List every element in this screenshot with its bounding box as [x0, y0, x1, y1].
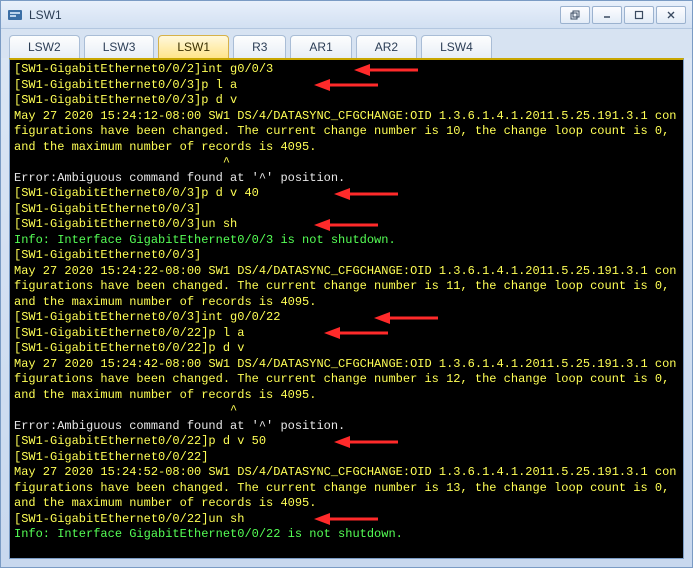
annotation-arrow-icon — [334, 435, 398, 449]
tabstrip: LSW2LSW3LSW1R3AR1AR2LSW4 — [1, 29, 692, 58]
tab-lsw2[interactable]: LSW2 — [9, 35, 80, 58]
terminal-line: [SW1-GigabitEthernet0/0/2]int g0/0/3 — [14, 62, 679, 78]
terminal-line: [SW1-GigabitEthernet0/0/22]p d v — [14, 341, 679, 357]
terminal-line: [SW1-GigabitEthernet0/0/22]p l a — [14, 326, 679, 342]
terminal-line: [SW1-GigabitEthernet0/0/3]int g0/0/22 — [14, 310, 679, 326]
close-button[interactable] — [656, 6, 686, 24]
maximize-button[interactable] — [624, 6, 654, 24]
terminal-line: [SW1-GigabitEthernet0/0/22]p d v 50 — [14, 434, 679, 450]
terminal-line: [SW1-GigabitEthernet0/0/22]un sh — [14, 512, 679, 528]
terminal-line: [SW1-GigabitEthernet0/0/3]un sh — [14, 217, 679, 233]
terminal-line: ^ — [14, 155, 679, 171]
terminal-line: [SW1-GigabitEthernet0/0/3] — [14, 202, 679, 218]
tab-r3[interactable]: R3 — [233, 35, 286, 58]
minimize-button[interactable] — [592, 6, 622, 24]
annotation-arrow-icon — [314, 512, 378, 526]
terminal-line: ^ — [14, 403, 679, 419]
app-icon — [7, 7, 23, 23]
annotation-arrow-icon — [314, 218, 378, 232]
terminal-line: Info: Interface GigabitEthernet0/0/22 is… — [14, 527, 679, 543]
terminal-line: [SW1-GigabitEthernet0/0/3]p d v — [14, 93, 679, 109]
terminal-line: May 27 2020 15:24:42-08:00 SW1 DS/4/DATA… — [14, 357, 679, 404]
terminal-line: Error:Ambiguous command found at '^' pos… — [14, 171, 679, 187]
terminal-pane[interactable]: [SW1-GigabitEthernet0/0/2]int g0/0/3[SW1… — [9, 58, 684, 559]
terminal-line: [SW1-GigabitEthernet0/0/3] — [14, 248, 679, 264]
tab-lsw1[interactable]: LSW1 — [158, 35, 229, 58]
terminal-line: May 27 2020 15:24:52-08:00 SW1 DS/4/DATA… — [14, 465, 679, 512]
titlebar[interactable]: LSW1 — [1, 1, 692, 29]
tab-ar2[interactable]: AR2 — [356, 35, 417, 58]
terminal-line: [SW1-GigabitEthernet0/0/22] — [14, 450, 679, 466]
tab-lsw3[interactable]: LSW3 — [84, 35, 155, 58]
terminal-line: [SW1-GigabitEthernet0/0/3]p l a — [14, 78, 679, 94]
annotation-arrow-icon — [324, 326, 388, 340]
app-window: LSW1 LSW2LSW3LSW1R3AR1AR2LSW4 [SW1-Gigab… — [0, 0, 693, 568]
tab-ar1[interactable]: AR1 — [290, 35, 351, 58]
terminal-output: [SW1-GigabitEthernet0/0/2]int g0/0/3[SW1… — [10, 60, 683, 558]
window-title: LSW1 — [29, 8, 560, 22]
annotation-arrow-icon — [314, 78, 378, 92]
window-controls — [560, 6, 686, 24]
terminal-line: May 27 2020 15:24:22-08:00 SW1 DS/4/DATA… — [14, 264, 679, 311]
terminal-line: Error:Ambiguous command found at '^' pos… — [14, 419, 679, 435]
annotation-arrow-icon — [334, 187, 398, 201]
terminal-line: [SW1-GigabitEthernet0/0/3]p d v 40 — [14, 186, 679, 202]
popout-button[interactable] — [560, 6, 590, 24]
terminal-line: Info: Interface GigabitEthernet0/0/3 is … — [14, 233, 679, 249]
tab-lsw4[interactable]: LSW4 — [421, 35, 492, 58]
annotation-arrow-icon — [354, 63, 418, 77]
terminal-line: May 27 2020 15:24:12-08:00 SW1 DS/4/DATA… — [14, 109, 679, 156]
annotation-arrow-icon — [374, 311, 438, 325]
